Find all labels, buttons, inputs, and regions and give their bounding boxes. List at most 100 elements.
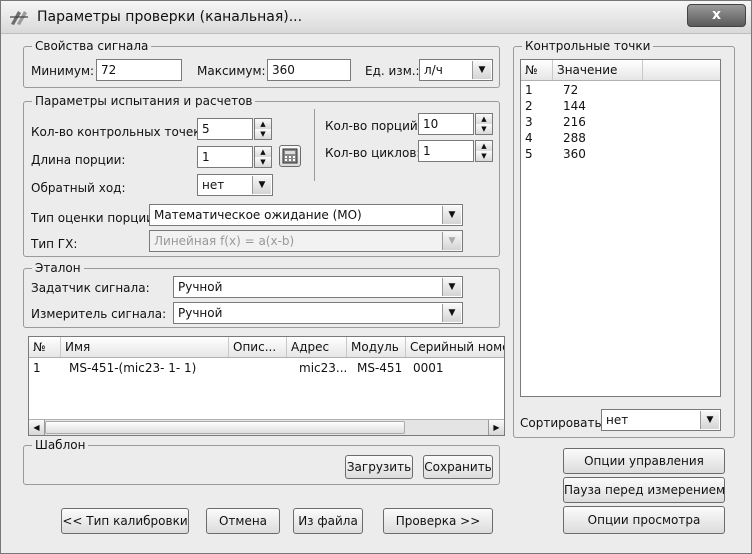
chevron-down-icon: ▼ <box>442 304 461 322</box>
portion-length-label: Длина порции: <box>31 153 126 167</box>
scroll-right-icon[interactable]: ▶ <box>488 420 504 435</box>
chevron-down-icon: ▼ <box>700 411 719 429</box>
device-serial: 0001 <box>413 361 444 375</box>
points-count-input[interactable]: 5 <box>197 118 253 140</box>
gx-type-label: Тип ГХ: <box>31 237 78 251</box>
signal-setter-select[interactable]: Ручной ▼ <box>173 276 463 298</box>
table-row[interactable]: 5 360 <box>521 146 720 162</box>
scroll-thumb[interactable] <box>45 421 405 434</box>
control-points-list[interactable]: № Значение 1 72 2 144 3 216 4 288 5 360 <box>520 59 721 397</box>
column-header[interactable]: Опис... <box>229 337 287 357</box>
point-value: 144 <box>563 99 586 113</box>
load-template-button[interactable]: Загрузить <box>345 455 413 479</box>
column-header[interactable]: № <box>29 337 61 357</box>
cycles-count-input[interactable]: 1 <box>418 140 474 162</box>
control-points-header: № Значение <box>521 60 720 81</box>
cycles-count-spinner[interactable]: ▲ ▼ <box>475 140 493 162</box>
portions-count-input[interactable]: 10 <box>418 113 474 135</box>
estimate-type-select[interactable]: Математическое ожидание (МО) ▼ <box>149 204 463 226</box>
save-template-button[interactable]: Сохранить <box>423 455 493 479</box>
column-header[interactable]: № <box>521 60 553 80</box>
scroll-left-icon[interactable]: ◀ <box>29 420 45 435</box>
signal-meter-select[interactable]: Ручной ▼ <box>173 302 463 324</box>
min-label: Минимум: <box>31 64 95 78</box>
unit-select[interactable]: л/ч ▼ <box>419 59 493 81</box>
column-header[interactable]: Значение <box>553 60 643 80</box>
device-name: MS-451-(mic23- 1- 1) <box>69 361 197 375</box>
close-icon: x <box>711 7 722 23</box>
gx-type-select[interactable]: Линейная f(x) = a(x-b) ▼ <box>149 230 463 252</box>
sort-label: Сортировать <box>520 416 602 430</box>
table-row[interactable]: 2 144 <box>521 98 720 114</box>
reverse-label: Обратный ход: <box>31 181 126 195</box>
params-divider <box>314 109 315 181</box>
calculator-icon <box>282 148 298 164</box>
signal-meter-label: Измеритель сигнала: <box>31 307 167 321</box>
points-count-label: Кол-во контрольных точек: <box>31 125 205 139</box>
spin-down-icon[interactable]: ▼ <box>255 157 271 167</box>
reverse-select[interactable]: нет ▼ <box>197 174 273 196</box>
device-address: mic23... <box>299 361 348 375</box>
back-calibration-type-button[interactable]: << Тип калибровки <box>61 508 189 534</box>
point-number: 5 <box>525 147 533 161</box>
table-row[interactable]: 1 MS-451-(mic23- 1- 1) mic23... MS-451 0… <box>29 359 504 377</box>
check-next-button[interactable]: Проверка >> <box>383 508 493 534</box>
app-icon <box>10 11 28 25</box>
horizontal-scrollbar[interactable]: ◀ ▶ <box>29 419 504 435</box>
close-button[interactable]: x <box>687 4 746 27</box>
point-number: 2 <box>525 99 533 113</box>
portion-length-spinner[interactable]: ▲ ▼ <box>254 146 272 168</box>
point-number: 4 <box>525 131 533 145</box>
point-value: 216 <box>563 115 586 129</box>
min-input[interactable]: 72 <box>96 59 182 81</box>
test-params-legend: Параметры испытания и расчетов <box>32 94 256 108</box>
points-count-spinner[interactable]: ▲ ▼ <box>254 118 272 140</box>
portions-count-spinner[interactable]: ▲ ▼ <box>475 113 493 135</box>
portions-count-label: Кол-во порций: <box>325 119 422 133</box>
title-bar[interactable]: Параметры проверки (канальная)... x <box>1 1 751 34</box>
signal-setter-value: Ручной <box>178 280 223 294</box>
template-legend: Шаблон <box>32 438 89 452</box>
chevron-down-icon: ▼ <box>442 278 461 296</box>
etalon-legend: Эталон <box>32 261 84 275</box>
chevron-down-icon: ▼ <box>442 206 461 224</box>
point-number: 3 <box>525 115 533 129</box>
dialog-window: Параметры проверки (канальная)... x Свой… <box>0 0 752 554</box>
view-options-button[interactable]: Опции просмотра <box>563 506 725 534</box>
estimate-type-value: Математическое ожидание (МО) <box>154 208 362 222</box>
spin-down-icon[interactable]: ▼ <box>476 151 492 161</box>
spin-down-icon[interactable]: ▼ <box>476 124 492 134</box>
max-label: Максимум: <box>197 64 266 78</box>
point-value: 72 <box>563 83 579 97</box>
sort-select-value: нет <box>606 413 629 427</box>
table-row[interactable]: 4 288 <box>521 130 720 146</box>
point-value: 288 <box>563 131 586 145</box>
window-title: Параметры проверки (канальная)... <box>37 9 303 25</box>
max-input[interactable]: 360 <box>267 59 351 81</box>
cancel-button[interactable]: Отмена <box>206 508 280 534</box>
unit-label: Ед. изм.: <box>365 64 420 78</box>
column-header[interactable]: Модуль <box>347 337 406 357</box>
spin-down-icon[interactable]: ▼ <box>255 129 271 139</box>
devices-list[interactable]: № Имя Опис... Адрес Модуль Серийный номе… <box>28 336 505 436</box>
cycles-count-label: Кол-во циклов: <box>325 146 421 160</box>
control-options-button[interactable]: Опции управления <box>563 448 725 474</box>
device-module: MS-451 <box>357 361 403 375</box>
point-number: 1 <box>525 83 533 97</box>
table-row[interactable]: 3 216 <box>521 114 720 130</box>
chevron-down-icon: ▼ <box>252 176 271 194</box>
unit-select-value: л/ч <box>424 63 443 77</box>
signal-properties-legend: Свойства сигнала <box>32 39 152 53</box>
sort-select[interactable]: нет ▼ <box>601 409 721 431</box>
pause-before-measure-button[interactable]: Пауза перед измерением <box>563 477 725 503</box>
table-row[interactable]: 1 72 <box>521 82 720 98</box>
column-header[interactable]: Серийный номе <box>406 337 504 357</box>
chevron-down-icon: ▼ <box>472 61 491 79</box>
calculator-button[interactable] <box>279 145 301 167</box>
column-header[interactable]: Адрес <box>287 337 347 357</box>
portion-length-input[interactable]: 1 <box>197 146 253 168</box>
control-points-legend: Контрольные точки <box>522 39 654 53</box>
from-file-button[interactable]: Из файла <box>293 508 363 534</box>
signal-setter-label: Задатчик сигнала: <box>31 281 150 295</box>
column-header[interactable]: Имя <box>61 337 229 357</box>
